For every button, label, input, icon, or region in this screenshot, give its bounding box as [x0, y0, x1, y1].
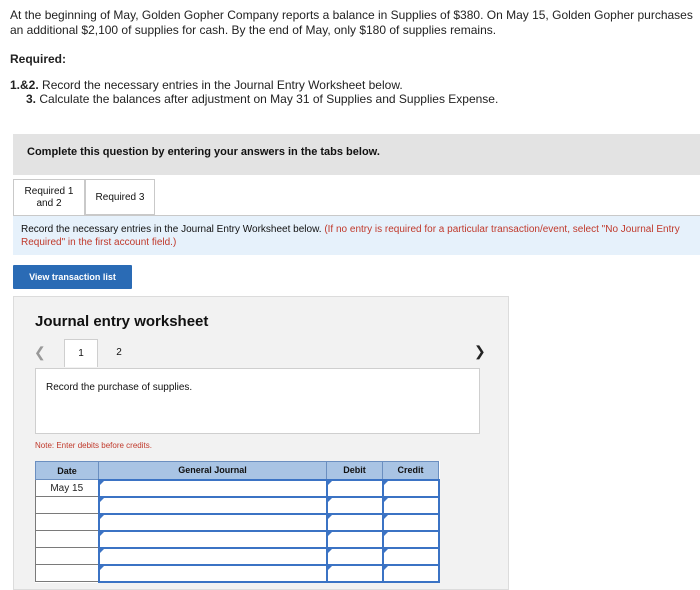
- entry-instruction: Record the necessary entries in the Jour…: [13, 215, 700, 255]
- tab-required-3-label: Required 3: [95, 192, 145, 203]
- credit-input[interactable]: [381, 478, 440, 498]
- table-row: [35, 529, 440, 549]
- required-heading: Required:: [10, 52, 67, 66]
- debit-credit-note: Note: Enter debits before credits.: [35, 441, 152, 450]
- debit-input[interactable]: [325, 478, 384, 498]
- debit-input[interactable]: [325, 495, 384, 515]
- credit-input[interactable]: [381, 529, 440, 549]
- date-cell: [35, 547, 99, 565]
- transaction-description-box: Record the purchase of supplies.: [35, 368, 480, 434]
- date-cell: [35, 513, 99, 531]
- requirement-3-text: Calculate the balances after adjustment …: [39, 92, 499, 106]
- entry-instruction-main: Record the necessary entries in the Jour…: [21, 224, 322, 235]
- table-row: May 15: [35, 478, 440, 498]
- transaction-description: Record the purchase of supplies.: [46, 382, 193, 393]
- tab-required-3[interactable]: Required 3: [85, 179, 155, 215]
- account-input[interactable]: [97, 512, 328, 532]
- credit-input[interactable]: [381, 563, 440, 583]
- table-row: [35, 512, 440, 532]
- debit-input[interactable]: [325, 529, 384, 549]
- date-cell: [35, 530, 99, 548]
- tab-required-1-and-2[interactable]: Required 1 and 2: [13, 179, 85, 216]
- view-transaction-list-button[interactable]: View transaction list: [13, 265, 132, 289]
- credit-input[interactable]: [381, 546, 440, 566]
- date-cell: [35, 564, 99, 582]
- credit-input[interactable]: [381, 512, 440, 532]
- problem-text: At the beginning of May, Golden Gopher C…: [10, 8, 693, 37]
- table-row: [35, 495, 440, 515]
- account-input[interactable]: [97, 546, 328, 566]
- worksheet-page-1[interactable]: 1: [64, 339, 98, 367]
- account-input[interactable]: [97, 495, 328, 515]
- column-header-date: Date: [35, 461, 99, 480]
- table-row: [35, 563, 440, 583]
- date-cell: [35, 496, 99, 514]
- requirement-3: 3. Calculate the balances after adjustme…: [26, 92, 498, 106]
- account-input[interactable]: [97, 529, 328, 549]
- column-header-general-journal: General Journal: [98, 461, 327, 480]
- account-input[interactable]: [97, 563, 328, 583]
- tab-required-1-label-line2: and 2: [36, 198, 62, 209]
- requirement-3-number: 3.: [26, 92, 37, 106]
- journal-entry-worksheet: Journal entry worksheet ❮ 1 2 ❯ Record t…: [13, 296, 509, 590]
- tab-required-1-label-line1: Required 1: [24, 186, 74, 197]
- debit-input[interactable]: [325, 546, 384, 566]
- column-header-credit: Credit: [382, 461, 439, 480]
- instructions-banner: Complete this question by entering your …: [13, 134, 700, 175]
- debit-input[interactable]: [325, 563, 384, 583]
- journal-table: Date General Journal Debit Credit May 15: [35, 461, 440, 583]
- chevron-left-icon[interactable]: ❮: [34, 344, 46, 361]
- instructions-banner-text: Complete this question by entering your …: [27, 146, 380, 158]
- worksheet-page-2[interactable]: 2: [102, 339, 136, 367]
- requirement-1-2-text: Record the necessary entries in the Jour…: [42, 78, 403, 92]
- worksheet-title: Journal entry worksheet: [35, 313, 209, 330]
- debit-input[interactable]: [325, 512, 384, 532]
- date-cell: May 15: [35, 479, 99, 497]
- journal-header-row: Date General Journal Debit Credit: [35, 461, 439, 480]
- credit-input[interactable]: [381, 495, 440, 515]
- column-header-debit: Debit: [326, 461, 383, 480]
- requirement-1-2: 1.&2. Record the necessary entries in th…: [10, 78, 403, 92]
- requirement-1-2-number: 1.&2.: [10, 78, 39, 92]
- account-input[interactable]: [97, 478, 328, 498]
- table-row: [35, 546, 440, 566]
- chevron-right-icon[interactable]: ❯: [474, 343, 486, 360]
